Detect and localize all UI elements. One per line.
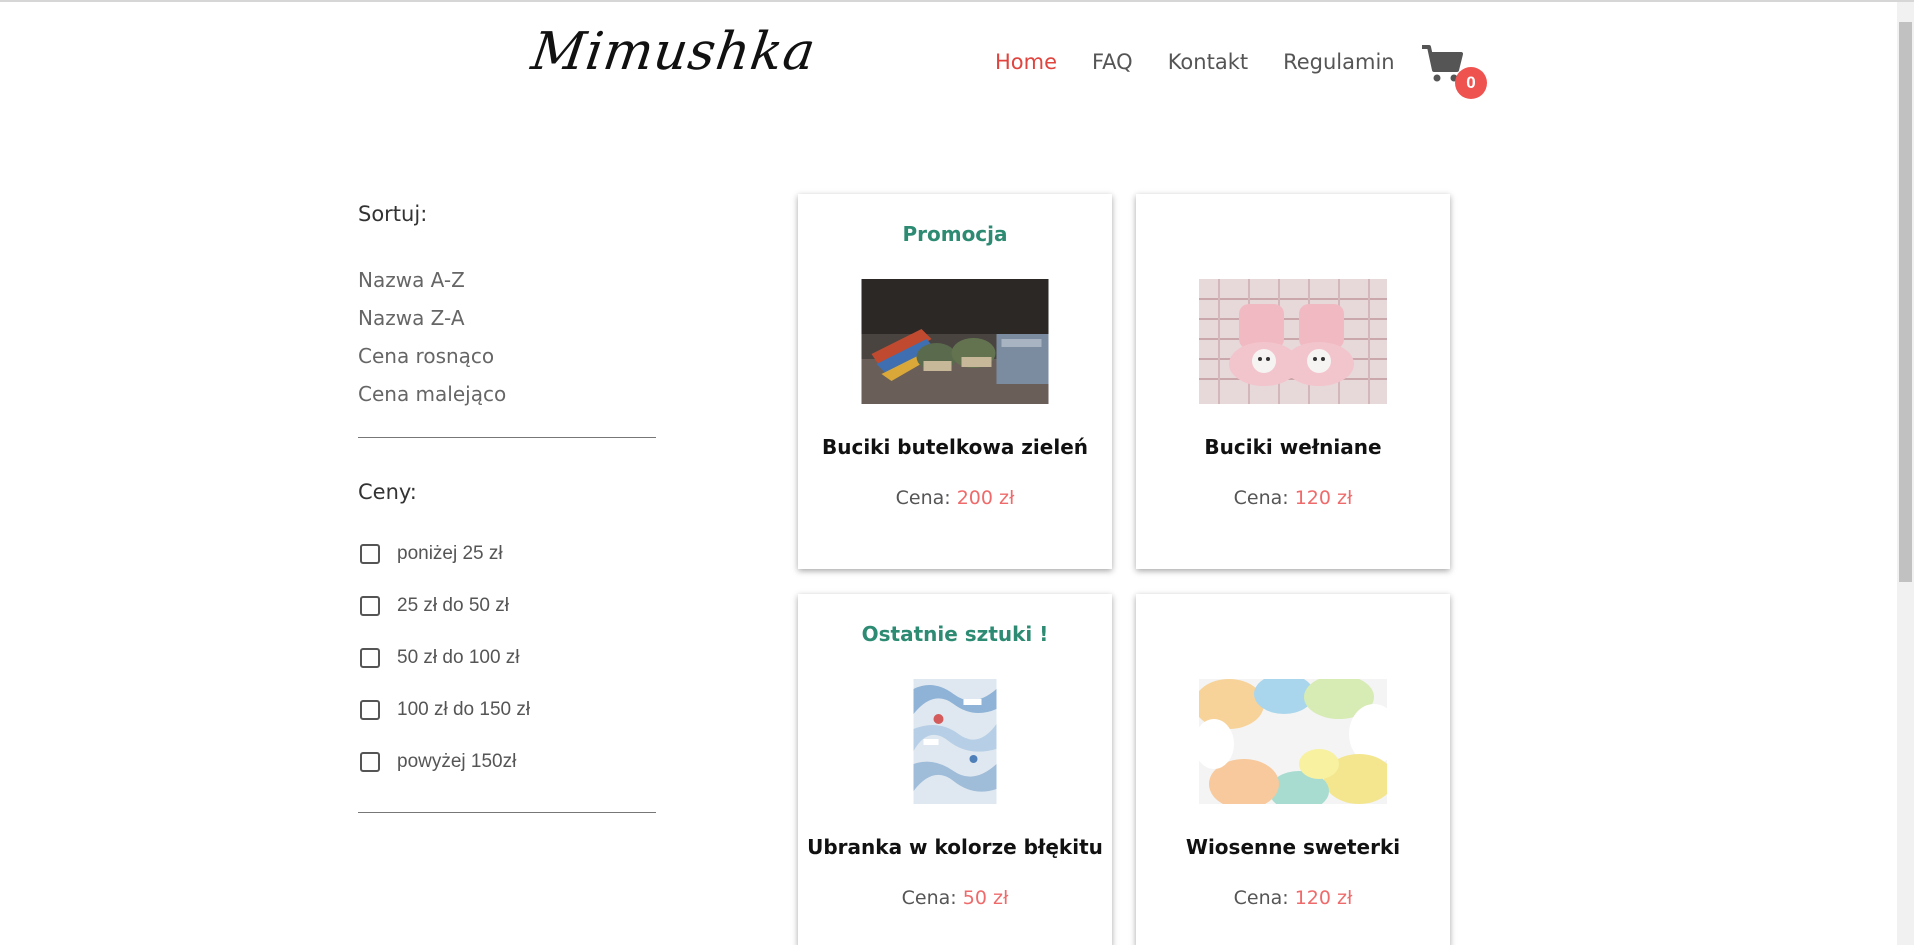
page: Mimushka Home FAQ Kontakt Regulamin 0 So… xyxy=(0,0,1914,945)
nav-regulamin[interactable]: Regulamin xyxy=(1283,50,1395,74)
price-value: 120 zł xyxy=(1294,887,1353,909)
sort-title: Sortuj: xyxy=(358,202,428,226)
sort-price-asc[interactable]: Cena rosnąco xyxy=(358,337,658,375)
scrollbar[interactable] xyxy=(1897,2,1914,945)
product-image[interactable] xyxy=(913,679,997,804)
nav-faq[interactable]: FAQ xyxy=(1092,50,1133,74)
price-filter-50-100[interactable]: 50 zł do 100 zł xyxy=(358,632,658,684)
price-label: Cena: xyxy=(1233,887,1289,909)
price-label: Cena: xyxy=(1233,487,1289,509)
price-filter-over-150[interactable]: powyżej 150zł xyxy=(358,736,658,788)
checkbox[interactable] xyxy=(360,544,380,564)
scrollbar-thumb[interactable] xyxy=(1899,22,1912,582)
product-name[interactable]: Wiosenne sweterki xyxy=(1136,835,1450,859)
checkbox[interactable] xyxy=(360,752,380,772)
price-value: 120 zł xyxy=(1294,487,1353,509)
price-label: Cena: xyxy=(895,487,951,509)
product-image[interactable] xyxy=(861,279,1049,404)
sort-price-desc[interactable]: Cena malejąco xyxy=(358,375,658,413)
price-filters: poniżej 25 zł 25 zł do 50 zł 50 zł do 10… xyxy=(358,528,658,788)
product-card[interactable]: Ostatnie sztuki ! Ubranka w kolorze błęk… xyxy=(798,594,1112,945)
price-title: Ceny: xyxy=(358,480,417,504)
price-filter-100-150[interactable]: 100 zł do 150 zł xyxy=(358,684,658,736)
product-price: Cena: 120 zł xyxy=(1136,887,1450,909)
nav-home[interactable]: Home xyxy=(995,50,1057,74)
price-filter-label: poniżej 25 zł xyxy=(397,543,503,564)
sort-options: Nazwa A-Z Nazwa Z-A Cena rosnąco Cena ma… xyxy=(358,261,658,413)
price-value: 50 zł xyxy=(962,887,1009,909)
checkbox[interactable] xyxy=(360,596,380,616)
cart-button[interactable]: 0 xyxy=(1420,44,1487,99)
product-name[interactable]: Buciki wełniane xyxy=(1136,435,1450,459)
filter-sidebar: Sortuj: Nazwa A-Z Nazwa Z-A Cena rosnąco… xyxy=(358,202,658,813)
product-card[interactable]: Wiosenne sweterki Cena: 120 zł xyxy=(1136,594,1450,945)
nav-kontakt[interactable]: Kontakt xyxy=(1168,50,1248,74)
price-filter-label: 50 zł do 100 zł xyxy=(397,647,520,668)
main-nav: Home FAQ Kontakt Regulamin xyxy=(995,50,1430,74)
product-name[interactable]: Buciki butelkowa zieleń xyxy=(798,435,1112,459)
product-image[interactable] xyxy=(1199,679,1387,804)
promo-badge: Promocja xyxy=(902,222,1008,246)
price-value: 200 zł xyxy=(956,487,1015,509)
price-filter-25-50[interactable]: 25 zł do 50 zł xyxy=(358,580,658,632)
price-filter-label: powyżej 150zł xyxy=(397,751,517,772)
cart-count-badge: 0 xyxy=(1455,67,1487,99)
product-price: Cena: 120 zł xyxy=(1136,487,1450,509)
price-filter-under-25[interactable]: poniżej 25 zł xyxy=(358,528,658,580)
price-filter-label: 100 zł do 150 zł xyxy=(397,699,531,720)
divider xyxy=(358,437,656,438)
product-name[interactable]: Ubranka w kolorze błękitu xyxy=(798,835,1112,859)
last-items-badge: Ostatnie sztuki ! xyxy=(861,622,1049,646)
site-logo[interactable]: Mimushka xyxy=(528,22,820,82)
checkbox[interactable] xyxy=(360,648,380,668)
product-price: Cena: 50 zł xyxy=(798,887,1112,909)
product-price: Cena: 200 zł xyxy=(798,487,1112,509)
sort-name-asc[interactable]: Nazwa A-Z xyxy=(358,261,658,299)
price-filter-label: 25 zł do 50 zł xyxy=(397,595,509,616)
sort-name-desc[interactable]: Nazwa Z-A xyxy=(358,299,658,337)
price-label: Cena: xyxy=(901,887,957,909)
product-card[interactable]: Buciki wełniane Cena: 120 zł xyxy=(1136,194,1450,569)
product-image[interactable] xyxy=(1199,279,1387,404)
checkbox[interactable] xyxy=(360,700,380,720)
divider xyxy=(358,812,656,813)
product-card[interactable]: Promocja Buciki butelkowa zieleń Cena: 2… xyxy=(798,194,1112,569)
